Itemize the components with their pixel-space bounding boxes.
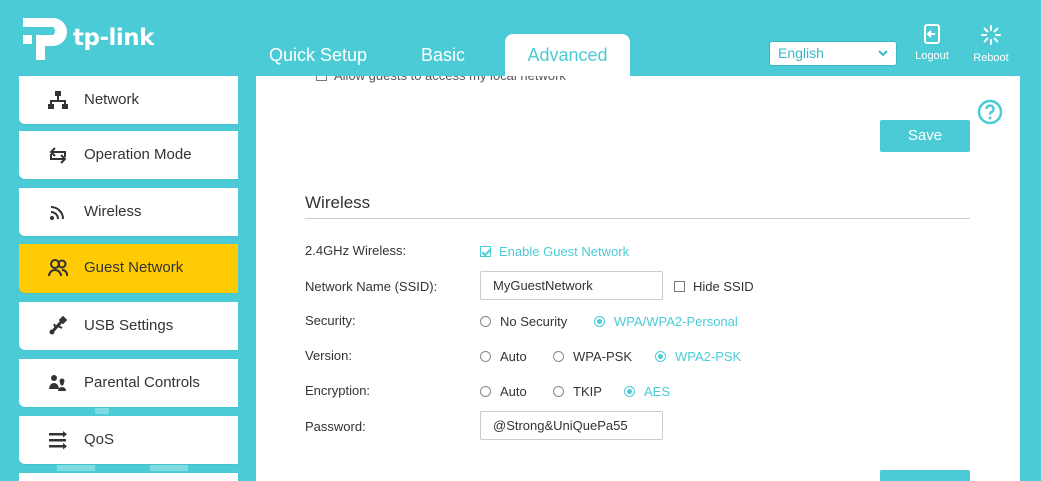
version-wpa-psk-radio[interactable]: WPA-PSK xyxy=(553,349,632,364)
section-title-wireless: Wireless xyxy=(305,193,371,212)
hide-ssid-checkbox[interactable]: Hide SSID xyxy=(674,279,754,294)
reboot-icon xyxy=(981,25,1001,45)
radio-circle xyxy=(594,316,605,327)
guest-network-icon xyxy=(48,259,68,277)
brand-name: tp-link xyxy=(73,25,154,51)
radio-circle xyxy=(480,316,491,327)
radio-label: WPA/WPA2-Personal xyxy=(614,314,738,329)
parental-controls-icon xyxy=(49,375,66,391)
sidebar-item-more[interactable] xyxy=(19,473,238,481)
logout-button[interactable]: Logout xyxy=(907,24,957,62)
security-wpa-wpa2-personal-radio[interactable]: WPA/WPA2-Personal xyxy=(594,314,738,329)
ssid-label: Network Name (SSID): xyxy=(305,279,438,294)
radio-circle xyxy=(553,351,564,362)
sidebar-item-operation-mode[interactable]: Operation Mode xyxy=(19,131,238,179)
radio-label: No Security xyxy=(500,314,568,329)
encryption-aes-radio[interactable]: AES xyxy=(624,384,670,399)
network-icon xyxy=(48,91,68,109)
sidebar-item-wireless[interactable]: Wireless xyxy=(19,188,238,236)
sidebar-item-guest-network[interactable]: Guest Network xyxy=(19,244,238,293)
checkbox-box xyxy=(674,281,685,292)
chevron-down-icon xyxy=(878,50,888,57)
encryption-label: Encryption: xyxy=(305,383,371,398)
password-label: Password: xyxy=(305,419,366,434)
section-divider xyxy=(305,218,970,219)
radio-circle xyxy=(655,351,666,362)
radio-label: Auto xyxy=(500,349,527,364)
password-input[interactable] xyxy=(480,411,663,440)
radio-circle xyxy=(480,351,491,362)
radio-label: AES xyxy=(644,384,671,399)
radio-circle xyxy=(480,386,491,397)
qos-icon xyxy=(49,431,67,450)
encryption-auto-radio[interactable]: Auto xyxy=(480,384,527,399)
radio-label: Auto xyxy=(500,384,527,399)
language-select[interactable]: English xyxy=(769,41,897,66)
radio-label: WPA-PSK xyxy=(573,349,632,364)
sidebar-item-label: USB Settings xyxy=(84,317,174,334)
reboot-button[interactable]: Reboot xyxy=(966,24,1016,64)
radio-circle xyxy=(624,386,635,397)
version-wpa2-psk-radio[interactable]: WPA2-PSK xyxy=(655,349,741,364)
hide-ssid-label: Hide SSID xyxy=(693,279,754,294)
enable-guest-network-checkbox[interactable]: Enable Guest Network xyxy=(480,244,629,259)
sidebar-item-parental-controls[interactable]: Parental Controls xyxy=(19,359,238,407)
reboot-label: Reboot xyxy=(973,52,1009,64)
wireless-icon xyxy=(50,206,64,220)
radio-circle xyxy=(553,386,564,397)
advanced-tab-bridge xyxy=(505,66,630,76)
usb-icon xyxy=(49,316,68,335)
version-auto-radio[interactable]: Auto xyxy=(480,349,527,364)
sidebar: Network Operation Mode Wireless Guest Ne… xyxy=(19,76,238,481)
sidebar-item-network[interactable]: Network xyxy=(19,76,238,124)
security-no-security-radio[interactable]: No Security xyxy=(480,314,567,329)
sidebar-stripe xyxy=(150,465,188,471)
sidebar-item-usb-settings[interactable]: USB Settings xyxy=(19,302,238,350)
version-label: Version: xyxy=(305,348,352,363)
sidebar-item-label: Operation Mode xyxy=(84,146,192,163)
language-select-value: English xyxy=(778,45,824,61)
band-label: 2.4GHz Wireless: xyxy=(305,243,407,258)
radio-label: WPA2-PSK xyxy=(675,349,742,364)
save-button[interactable]: Save xyxy=(880,120,970,152)
checkbox-box xyxy=(480,246,491,257)
sidebar-item-label: QoS xyxy=(84,431,115,448)
sidebar-stripe xyxy=(95,408,109,414)
ssid-input[interactable] xyxy=(480,271,663,300)
sidebar-item-label: Guest Network xyxy=(84,259,184,276)
enable-guest-network-label: Enable Guest Network xyxy=(499,244,630,259)
encryption-tkip-radio[interactable]: TKIP xyxy=(553,384,602,399)
logout-label: Logout xyxy=(915,50,949,62)
help-icon[interactable] xyxy=(977,99,1003,125)
save-button-bottom[interactable] xyxy=(880,470,970,481)
sidebar-stripe xyxy=(57,465,95,471)
operation-mode-icon xyxy=(49,147,67,164)
sidebar-item-label: Parental Controls xyxy=(84,374,200,391)
panel-top-mask xyxy=(256,66,1020,76)
sidebar-item-qos[interactable]: QoS xyxy=(19,416,238,464)
logout-icon xyxy=(924,24,940,44)
sidebar-item-label: Wireless xyxy=(84,203,142,220)
sidebar-item-label: Network xyxy=(84,91,140,108)
security-label: Security: xyxy=(305,313,356,328)
radio-label: TKIP xyxy=(573,384,602,399)
